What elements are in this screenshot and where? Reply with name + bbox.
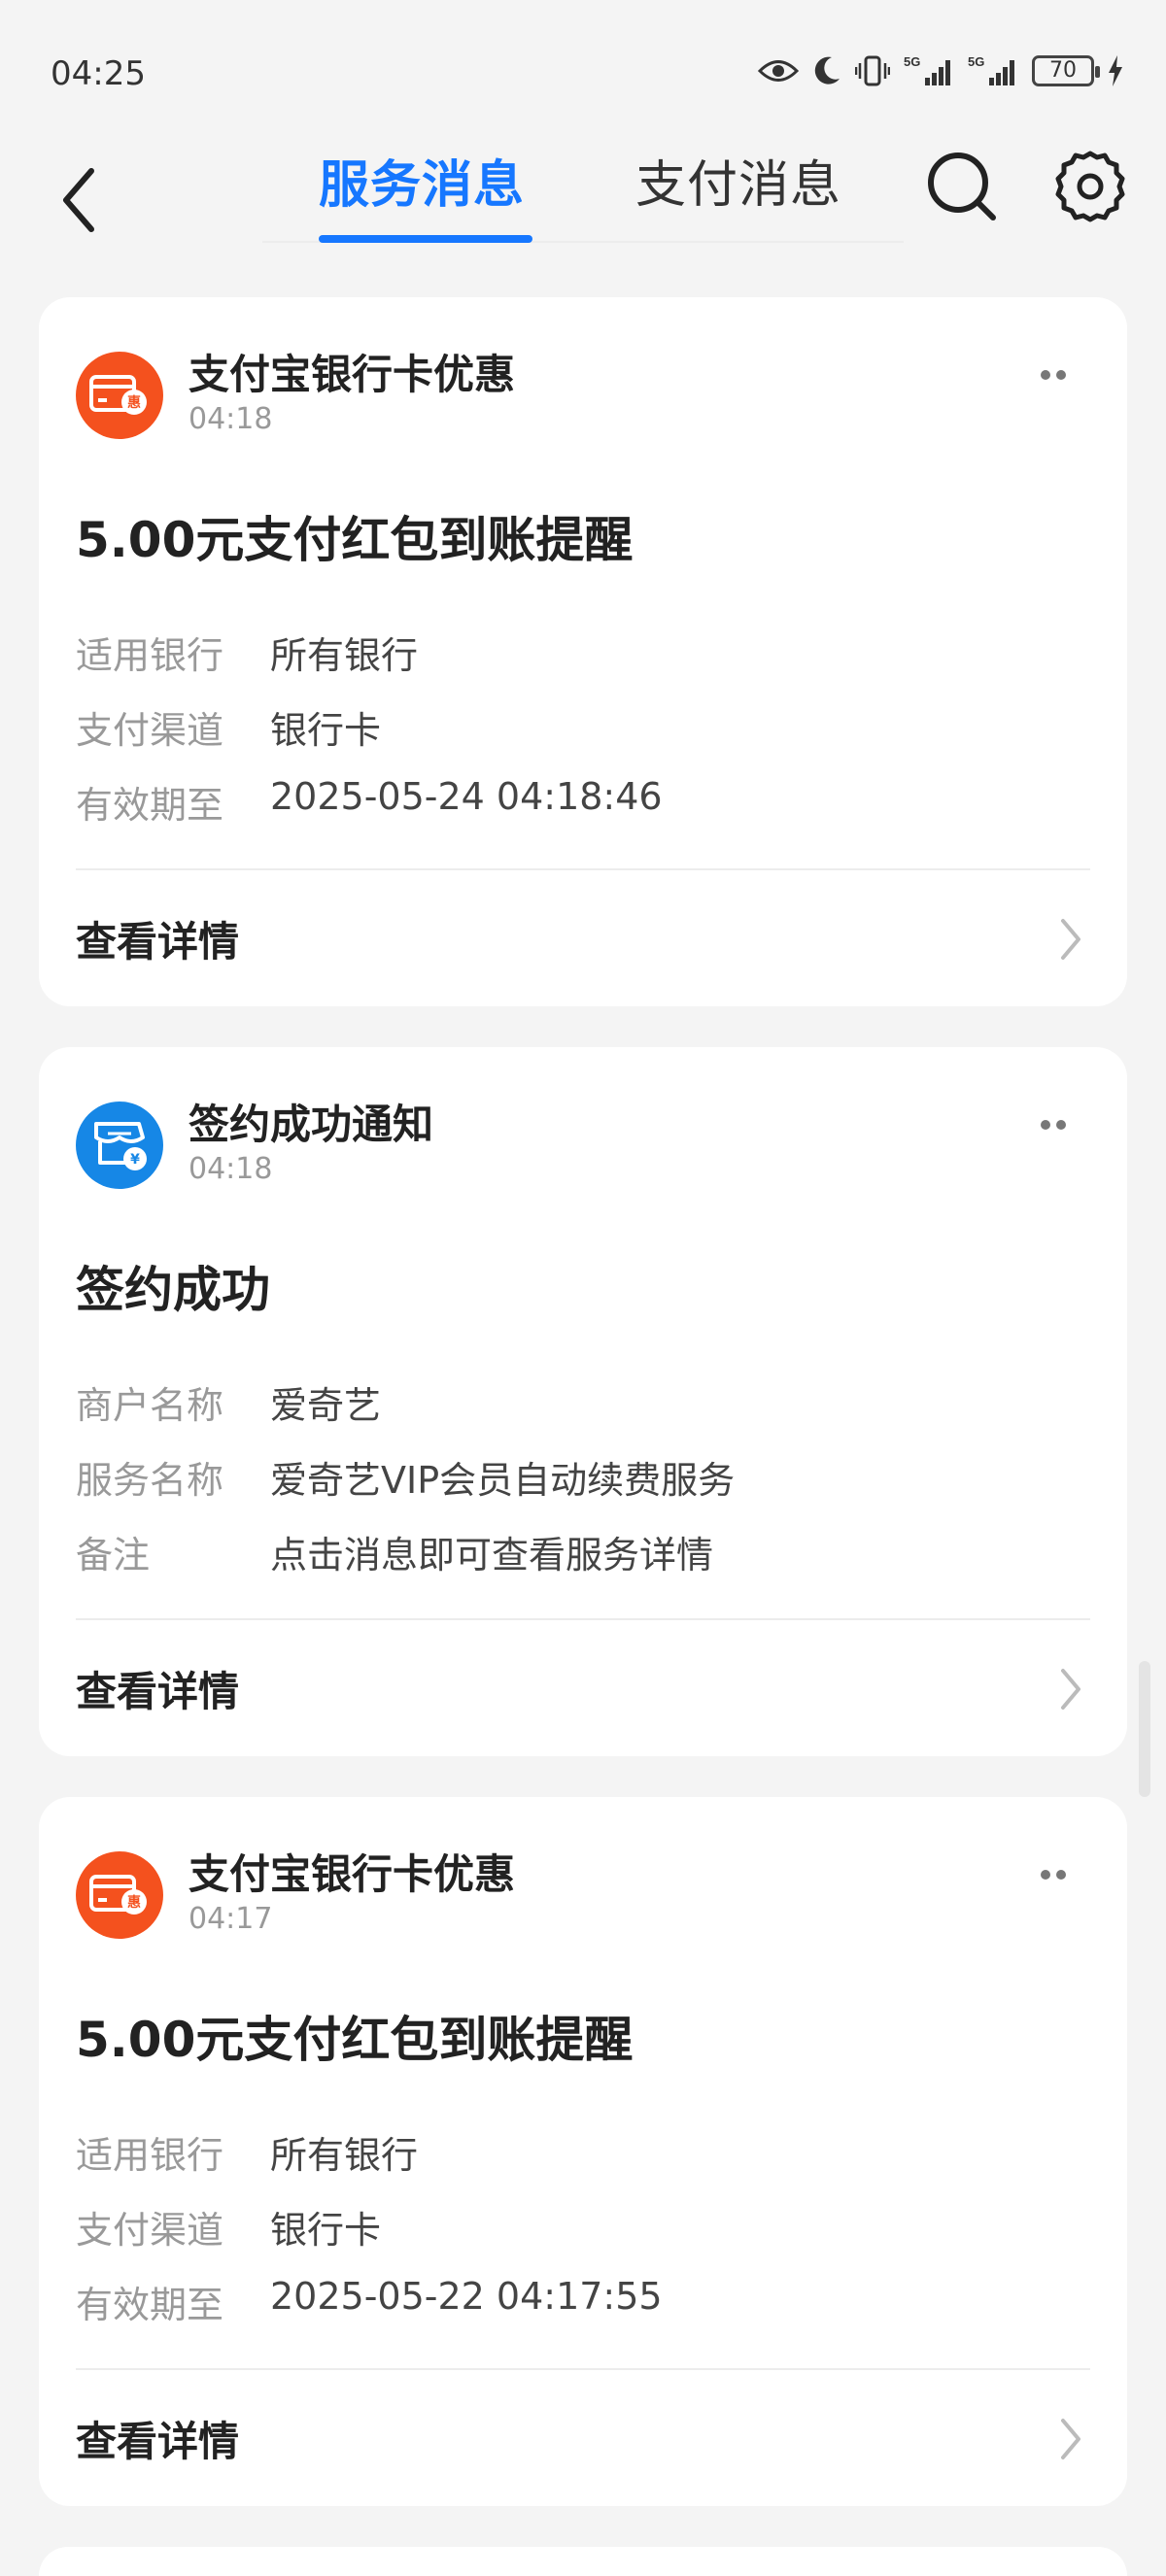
message-card[interactable] [39,2547,1127,2576]
signal-1: 5G [904,54,954,87]
search-icon[interactable] [923,148,1001,225]
back-button[interactable] [51,155,109,243]
row-value: 所有银行 [270,634,419,677]
row-label: 支付渠道 [76,709,224,752]
svg-text:¥: ¥ [130,1152,140,1168]
row-label: 适用银行 [76,634,224,677]
detail-row: 适用银行 所有银行 [76,626,418,679]
row-value: 银行卡 [270,709,382,752]
more-options-icon[interactable] [1034,1115,1073,1135]
row-label: 有效期至 [76,784,224,827]
tab-payment-messages[interactable]: 支付消息 [635,144,841,217]
row-value: 爱奇艺VIP会员自动续费服务 [270,1459,736,1502]
signal-strength-icon: 5G [904,54,950,85]
row-label: 商户名称 [76,1384,224,1427]
chevron-right-icon [1061,919,1080,960]
row-label: 备注 [76,1534,151,1576]
card-time: 04:18 [189,402,273,436]
tab-service-messages[interactable]: 服务消息 [319,144,525,217]
card-headline: 5.00元支付红包到账提醒 [76,2012,634,2068]
svg-text:惠: 惠 [127,394,141,411]
more-options-icon[interactable] [1034,1865,1073,1884]
row-value: 2025-05-22 04:17:55 [270,2275,663,2318]
vibrate-icon [855,55,890,86]
detail-row: 支付渠道 银行卡 [76,700,381,754]
eye-icon [758,60,799,82]
view-details-link[interactable]: 查看详情 [76,909,239,968]
battery-icon: 70 [1032,55,1100,86]
row-value: 2025-05-24 04:18:46 [270,775,663,818]
row-label: 有效期至 [76,2284,224,2326]
row-value: 点击消息即可查看服务详情 [270,1534,714,1576]
divider [76,868,1090,870]
card-hui-icon: 惠 [76,352,163,439]
tab-bar: 服务消息 支付消息 [262,136,904,243]
card-time: 04:17 [189,1902,273,1936]
card-source: 支付宝银行卡优惠 [189,351,516,398]
card-source: 签约成功通知 [189,1101,434,1148]
signal-strength-icon: 5G [968,54,1014,85]
signal-2: 5G [968,54,1018,87]
row-value: 所有银行 [270,2134,419,2177]
divider [76,1618,1090,1620]
card-headline: 5.00元支付红包到账提醒 [76,512,634,568]
row-label: 支付渠道 [76,2209,224,2252]
more-options-icon[interactable] [1034,365,1073,385]
status-icons: 5G 5G 70 [758,54,1123,87]
header: 服务消息 支付消息 [0,136,1166,262]
view-details-link[interactable]: 查看详情 [76,1659,239,1718]
active-tab-indicator [319,235,532,243]
detail-row: 有效期至 2025-05-24 04:18:46 [76,775,663,829]
row-value: 爱奇艺 [270,1384,382,1427]
signal-2-label: 5G [968,54,984,69]
detail-row: 商户名称 爱奇艺 [76,1375,381,1429]
row-value: 银行卡 [270,2209,382,2252]
detail-row: 有效期至 2025-05-22 04:17:55 [76,2275,663,2328]
detail-row: 适用银行 所有银行 [76,2125,418,2179]
moon-icon [814,56,840,85]
message-card[interactable]: 惠 支付宝银行卡优惠 04:17 5.00元支付红包到账提醒 适用银行 所有银行… [39,1797,1127,2506]
card-headline: 签约成功 [76,1262,270,1318]
divider [76,2368,1090,2370]
detail-row: 服务名称 爱奇艺VIP会员自动续费服务 [76,1450,735,1504]
row-label: 适用银行 [76,2134,224,2177]
svg-text:惠: 惠 [127,1894,141,1911]
message-card[interactable]: 惠 支付宝银行卡优惠 04:18 5.00元支付红包到账提醒 适用银行 所有银行… [39,297,1127,1006]
detail-row: 备注 点击消息即可查看服务详情 [76,1525,713,1578]
status-bar: 04:25 5G 5G 70 [0,0,1166,146]
chevron-right-icon [1061,2419,1080,2459]
scrollbar[interactable] [1139,1661,1150,1797]
card-source: 支付宝银行卡优惠 [189,1850,516,1898]
detail-row: 支付渠道 银行卡 [76,2200,381,2254]
message-card[interactable]: ¥ 签约成功通知 04:18 签约成功 商户名称 爱奇艺 服务名称 爱奇艺VIP… [39,1047,1127,1756]
card-time: 04:18 [189,1152,273,1186]
chevron-right-icon [1061,1669,1080,1710]
charging-bolt-icon [1109,55,1122,86]
status-time: 04:25 [51,54,146,93]
view-details-link[interactable]: 查看详情 [76,2409,239,2468]
row-label: 服务名称 [76,1459,224,1502]
gear-icon[interactable] [1051,148,1129,225]
card-hui-icon: 惠 [76,1851,163,1939]
signal-1-label: 5G [904,54,920,69]
store-yen-icon: ¥ [76,1102,163,1189]
